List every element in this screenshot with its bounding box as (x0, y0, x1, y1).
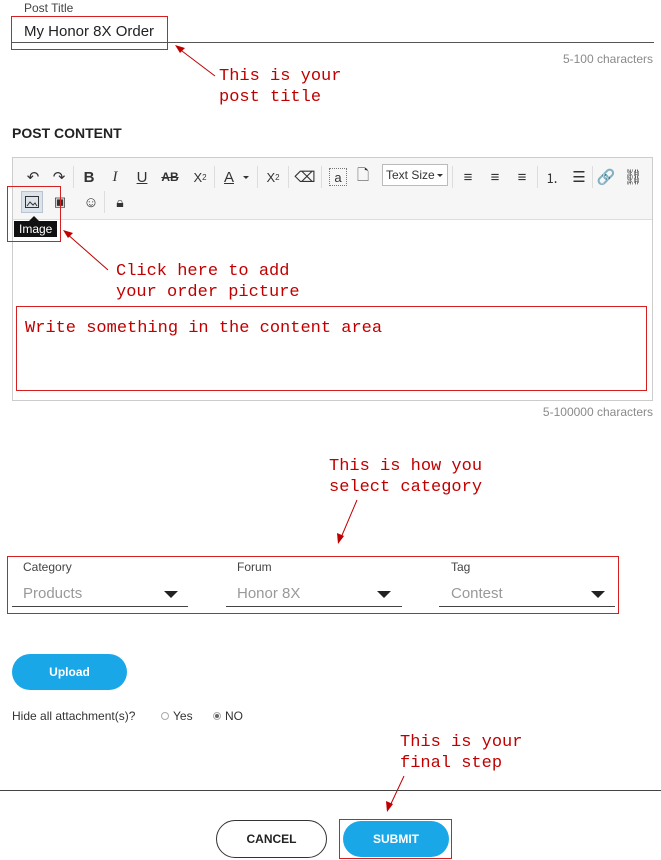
toolbar-separator (214, 166, 215, 188)
annotation-category-text-2: select category (329, 478, 483, 497)
align-center-icon[interactable]: ≡ (484, 166, 506, 188)
text-size-label: Text Size (386, 168, 435, 182)
annotation-submit-text-2: final step (400, 754, 503, 773)
hide-attachments-no-radio[interactable] (213, 712, 221, 720)
emoji-icon[interactable]: ☺ (80, 191, 102, 213)
annotation-image-box (7, 186, 61, 242)
hide-attachments-no-label: NO (225, 709, 243, 723)
underline-icon[interactable]: U (131, 166, 153, 188)
annotation-category-text-1: This is how you (329, 457, 483, 476)
annotation-image-text-1: Click here to add (116, 262, 290, 281)
tag-dropdown-icon[interactable] (591, 591, 605, 598)
text-size-caret-icon (437, 174, 443, 177)
anchor-icon[interactable]: a (329, 168, 347, 186)
redo-icon[interactable]: ↷ (48, 166, 70, 188)
forum-value: Honor 8X (237, 585, 301, 602)
toolbar-separator (73, 166, 74, 188)
hide-attachments-yes-radio[interactable] (161, 712, 169, 720)
align-right-icon[interactable]: ≡ (511, 166, 533, 188)
hide-attachments-question: Hide all attachment(s)? (12, 709, 136, 723)
font-color-dropdown-icon[interactable] (243, 176, 249, 179)
toolbar-separator (321, 166, 322, 188)
link-icon[interactable]: 🔗 (595, 166, 617, 188)
toolbar-separator (288, 166, 289, 188)
annotation-arrow-image (63, 230, 109, 271)
toolbar-separator (257, 166, 258, 188)
annotation-submit-text-1: This is your (400, 733, 523, 752)
bold-icon[interactable]: B (78, 166, 100, 188)
toolbar-separator (452, 166, 453, 188)
footer-divider (0, 790, 661, 791)
submit-button[interactable]: SUBMIT (343, 821, 449, 857)
tag-value: Contest (451, 585, 503, 602)
forum-select[interactable] (226, 606, 402, 607)
annotation-arrow-category (337, 499, 358, 544)
upload-label: Upload (49, 665, 90, 679)
tag-select[interactable] (439, 606, 615, 607)
align-left-icon[interactable]: ≡ (457, 166, 479, 188)
document-icon[interactable]: 🗋 (352, 166, 374, 188)
cancel-label: CANCEL (246, 832, 297, 846)
category-select[interactable] (12, 606, 188, 607)
category-value: Products (23, 585, 83, 602)
annotation-title-text-1: This is your (219, 67, 342, 86)
lock-icon[interactable]: 🔒︎ (109, 191, 131, 213)
italic-icon[interactable]: I (104, 166, 126, 188)
toolbar-separator (537, 166, 538, 188)
ordered-list-icon[interactable]: ⒈ (541, 166, 563, 188)
hide-attachments-yes-label: Yes (173, 709, 193, 723)
cancel-button[interactable]: CANCEL (216, 820, 327, 858)
undo-icon[interactable]: ↶ (22, 166, 44, 188)
strikethrough-icon[interactable]: AB (159, 166, 181, 188)
annotation-title-text-2: post title (219, 88, 322, 107)
upload-button[interactable]: Upload (12, 654, 127, 690)
toolbar-separator (104, 191, 105, 213)
category-label: Category (23, 560, 72, 574)
tag-label: Tag (451, 560, 471, 574)
category-dropdown-icon[interactable] (164, 591, 178, 598)
post-title-label: Post Title (24, 1, 74, 15)
subscript-icon[interactable]: X2 (262, 166, 284, 188)
annotation-title-box (11, 16, 168, 50)
font-color-icon[interactable]: A (218, 166, 240, 188)
forum-label: Forum (237, 560, 272, 574)
toolbar-separator (592, 166, 593, 188)
superscript-icon[interactable]: X2 (189, 166, 211, 188)
eraser-icon[interactable]: ⌫ (294, 166, 316, 188)
post-content-heading: POST CONTENT (12, 125, 122, 141)
annotation-content-text: Write something in the content area (25, 319, 383, 338)
forum-dropdown-icon[interactable] (377, 591, 391, 598)
unlink-icon[interactable]: ⛓ (622, 166, 644, 188)
post-content-limit: 5-100000 characters (542, 405, 653, 419)
annotation-arrow-title (175, 45, 216, 77)
unordered-list-icon[interactable]: ☰ (568, 166, 590, 188)
text-size-select[interactable]: Text Size (382, 164, 448, 186)
post-title-limit: 5-100 characters (562, 52, 653, 66)
annotation-image-text-2: your order picture (116, 283, 300, 302)
submit-label: SUBMIT (373, 832, 419, 846)
annotation-arrow-submit (386, 775, 405, 812)
